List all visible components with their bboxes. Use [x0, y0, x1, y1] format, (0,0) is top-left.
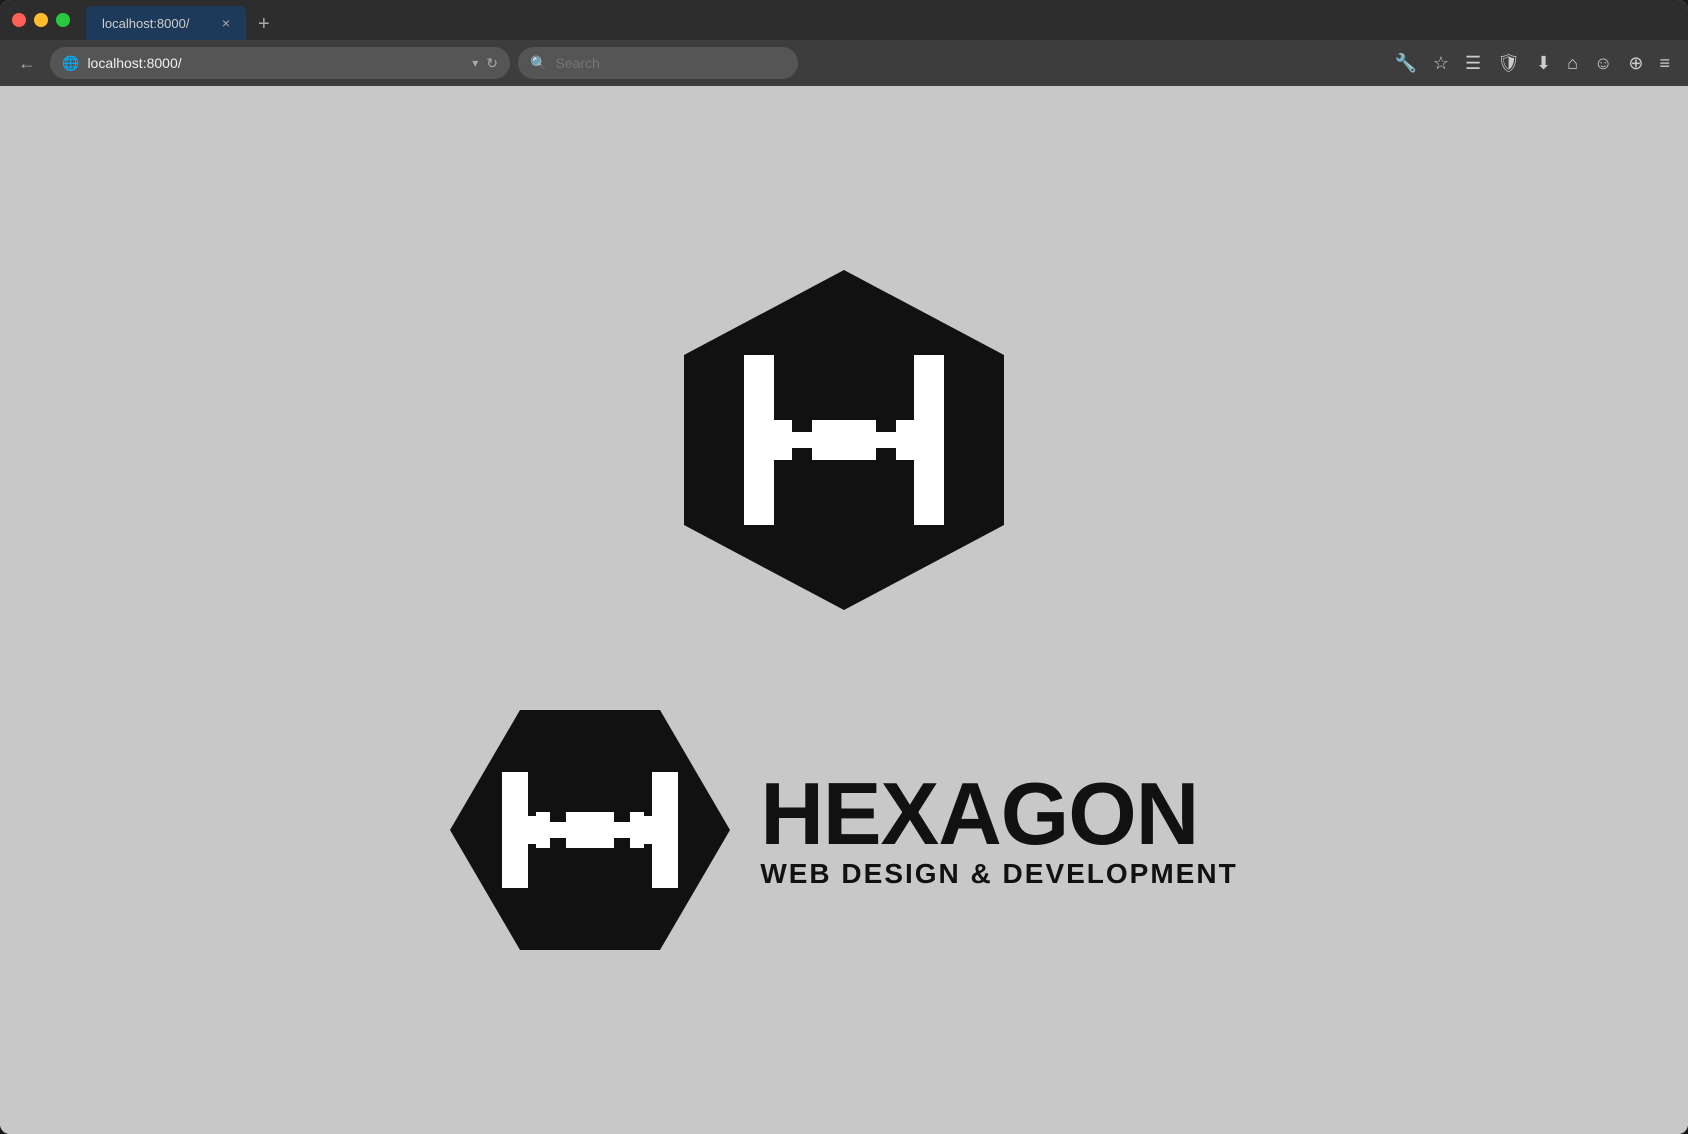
refresh-button[interactable]: ↻	[486, 55, 498, 72]
browser-tab[interactable]: localhost:8000/ ×	[86, 6, 246, 40]
maximize-button[interactable]	[56, 13, 70, 27]
back-button[interactable]: ←	[12, 49, 42, 78]
back-icon: ←	[18, 53, 36, 73]
close-button[interactable]	[12, 13, 26, 27]
nav-bar: ← 🌐 ▾ ↻ 🔍 🔧 ☆ ☰ 🛡 ⬇ ⌂ ☺ ⊕ ≡	[0, 40, 1688, 86]
content-area: HEXAGON WEB DESIGN & DEVELOPMENT	[0, 86, 1688, 1134]
globe-icon: 🌐	[62, 55, 79, 72]
new-tab-button[interactable]: +	[254, 9, 274, 40]
home-icon[interactable]: ⌂	[1561, 49, 1584, 78]
large-logo	[654, 250, 1034, 630]
traffic-lights	[12, 13, 70, 27]
logo-with-text: HEXAGON WEB DESIGN & DEVELOPMENT	[450, 690, 1237, 970]
address-bar[interactable]: 🌐 ▾ ↻	[50, 47, 510, 79]
small-logo	[450, 690, 730, 970]
minimize-button[interactable]	[34, 13, 48, 27]
dropdown-arrow-icon[interactable]: ▾	[472, 56, 478, 70]
company-sub-name: WEB DESIGN & DEVELOPMENT	[760, 858, 1237, 890]
tools-icon[interactable]: 🔧	[1388, 49, 1422, 78]
tab-close-button[interactable]: ×	[222, 15, 230, 31]
list-icon[interactable]: ☰	[1459, 49, 1487, 78]
search-input[interactable]	[555, 55, 786, 71]
settings-icon[interactable]: ⊕	[1622, 49, 1649, 78]
nav-icons: 🔧 ☆ ☰ 🛡 ⬇ ⌂ ☺ ⊕ ≡	[1388, 49, 1676, 78]
url-input[interactable]	[87, 55, 464, 71]
download-icon[interactable]: ⬇	[1530, 49, 1557, 78]
search-icon: 🔍	[530, 55, 547, 72]
search-bar[interactable]: 🔍	[518, 47, 798, 79]
pocket-icon[interactable]: 🛡	[1491, 49, 1526, 78]
title-bar: localhost:8000/ × +	[0, 0, 1688, 40]
large-hexagon-svg	[654, 250, 1034, 630]
company-name-block: HEXAGON WEB DESIGN & DEVELOPMENT	[760, 770, 1237, 890]
tab-title: localhost:8000/	[102, 16, 189, 31]
browser-window: localhost:8000/ × + ← 🌐 ▾ ↻ 🔍 🔧 ☆ ☰ 🛡 ⬇ …	[0, 0, 1688, 1134]
tab-area: localhost:8000/ × +	[86, 0, 1676, 40]
bookmark-icon[interactable]: ☆	[1427, 49, 1455, 78]
emoji-icon[interactable]: ☺	[1588, 49, 1618, 78]
company-main-name: HEXAGON	[760, 770, 1237, 858]
small-hexagon-svg	[450, 690, 730, 970]
menu-icon[interactable]: ≡	[1653, 49, 1676, 78]
